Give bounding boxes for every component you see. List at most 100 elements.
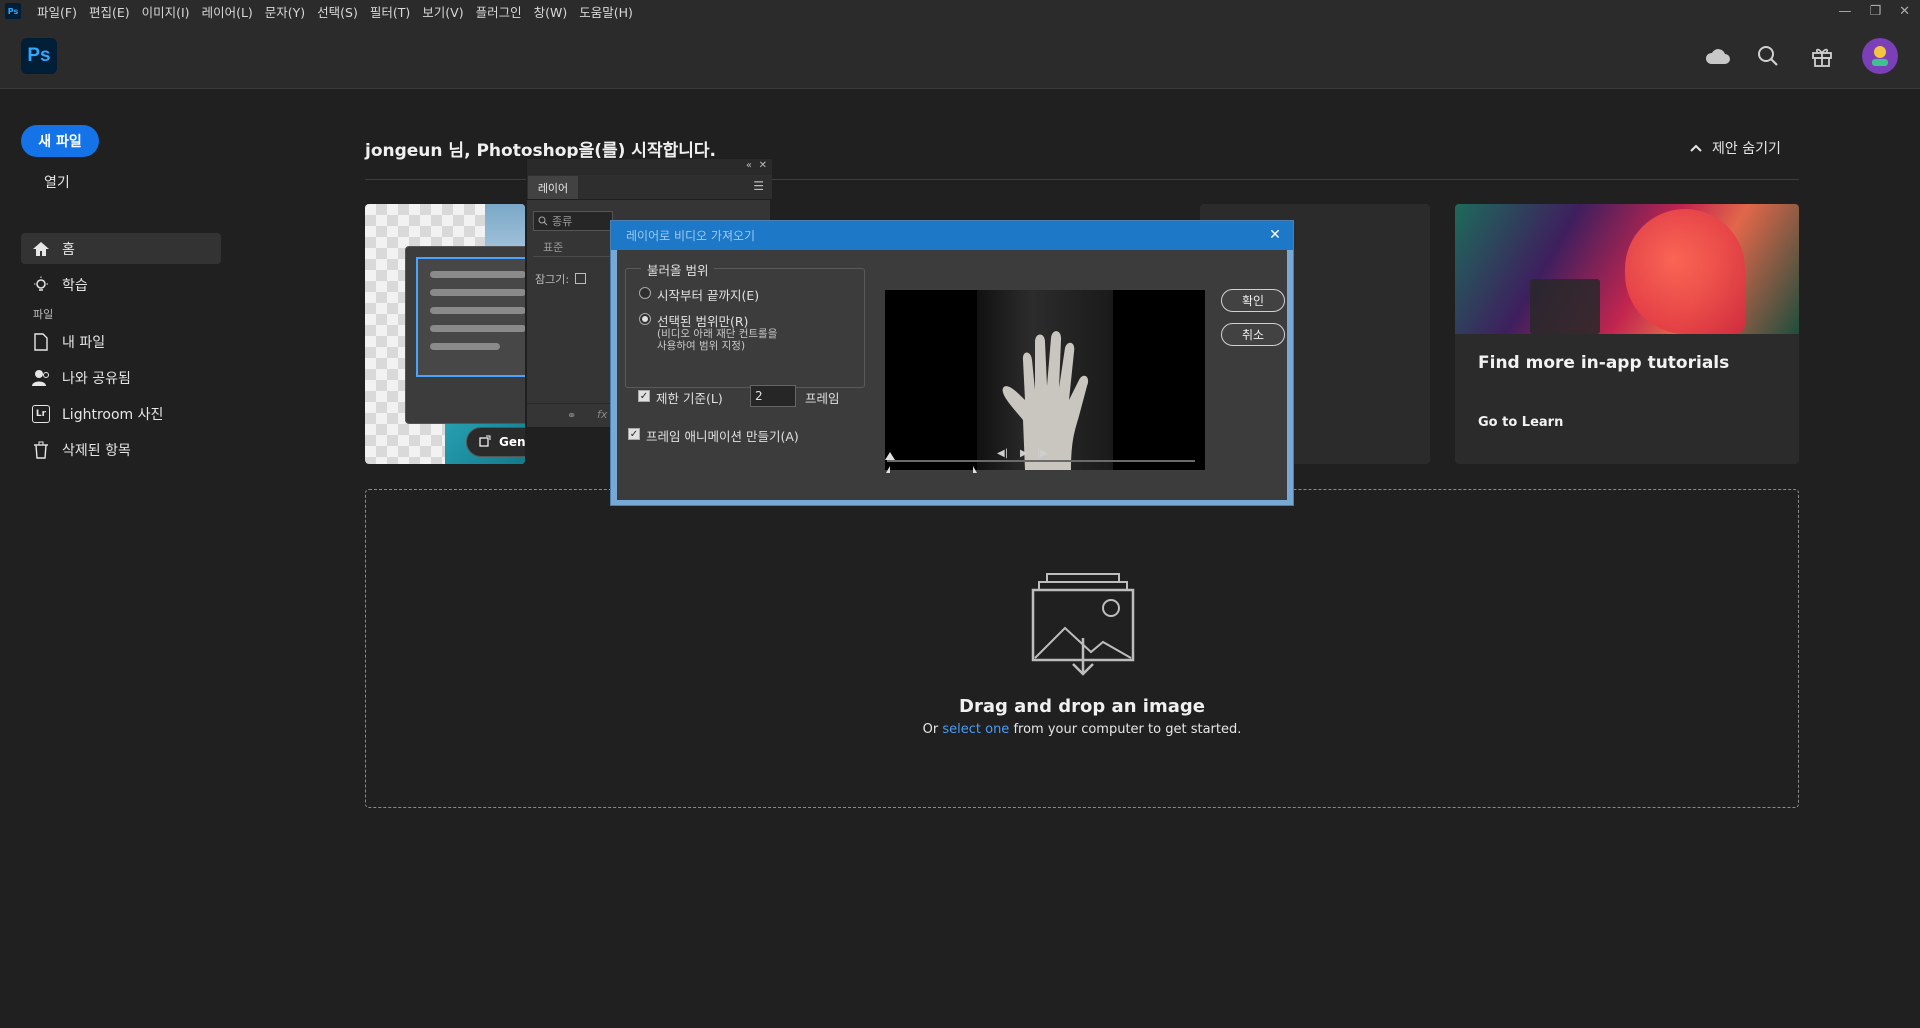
generate-button-label: Gene bbox=[499, 435, 525, 449]
range-selected-radio[interactable] bbox=[639, 313, 651, 325]
file-icon bbox=[31, 332, 51, 352]
close-panel-icon[interactable]: ✕ bbox=[759, 160, 767, 171]
menu-select[interactable]: 선택(S) bbox=[311, 2, 364, 21]
trash-icon bbox=[31, 440, 51, 460]
range-all-label[interactable]: 시작부터 끝까지(E) bbox=[657, 285, 759, 304]
play-icon[interactable]: ▶ bbox=[1020, 448, 1028, 459]
limit-checkbox[interactable]: ✓ bbox=[638, 390, 650, 402]
sidebar-item-shared[interactable]: 나와 공유됨 bbox=[21, 362, 221, 393]
menu-layer[interactable]: 레이어(L) bbox=[196, 2, 259, 21]
new-file-button[interactable]: 새 파일 bbox=[21, 125, 99, 157]
menu-file[interactable]: 파일(F) bbox=[31, 2, 83, 21]
image-upload-icon bbox=[1031, 572, 1135, 676]
sidebar-item-home[interactable]: 홈 bbox=[21, 233, 221, 264]
sidebar-item-label: 내 파일 bbox=[62, 334, 106, 351]
sidebar-item-label: 삭제된 항목 bbox=[62, 442, 131, 459]
generate-button: Gene bbox=[466, 427, 525, 457]
link-layers-icon[interactable]: ⚭ bbox=[567, 409, 576, 422]
blend-mode-select[interactable]: 표준 bbox=[533, 239, 613, 257]
sidebar-item-label: 학습 bbox=[62, 277, 88, 294]
glove-hand-image bbox=[1002, 331, 1089, 470]
make-animation-checkbox[interactable]: ✓ bbox=[628, 428, 640, 440]
go-to-learn-link[interactable]: Go to Learn bbox=[1478, 415, 1563, 430]
trim-end-handle[interactable] bbox=[973, 466, 977, 473]
range-all-radio[interactable] bbox=[639, 287, 651, 299]
menu-help[interactable]: 도움말(H) bbox=[573, 2, 639, 21]
collapse-icon[interactable]: « bbox=[746, 160, 752, 171]
sidebar-item-lightroom[interactable]: Lr Lightroom 사진 bbox=[21, 398, 221, 429]
photoshop-app-icon: Ps bbox=[5, 3, 21, 19]
avatar[interactable] bbox=[1862, 38, 1898, 74]
trim-start-handle[interactable] bbox=[886, 466, 890, 473]
sidebar-item-learn[interactable]: 학습 bbox=[21, 269, 221, 300]
layer-filter-placeholder: 종류 bbox=[552, 215, 573, 228]
step-back-icon[interactable]: ◀| bbox=[997, 448, 1008, 459]
make-animation-label: 프레임 애니메이션 만들기(A) bbox=[646, 429, 799, 444]
step-forward-icon[interactable]: |▶ bbox=[1037, 448, 1048, 459]
drop-sub-text: Or bbox=[922, 722, 939, 737]
fx-icon[interactable]: fx bbox=[597, 408, 607, 421]
ok-button[interactable]: 확인 bbox=[1221, 289, 1285, 312]
suggestion-card-generative[interactable]: Gene bbox=[365, 204, 525, 464]
gift-icon[interactable] bbox=[1808, 42, 1836, 70]
trim-slider-track[interactable] bbox=[887, 460, 1195, 462]
sidebar-item-label: Lightroom 사진 bbox=[62, 406, 164, 423]
range-selected-hint: (비디오 아래 재단 컨트롤을 bbox=[657, 328, 778, 340]
drop-sub-text: from your computer to get started. bbox=[1013, 722, 1242, 737]
lock-row: 잠그기: bbox=[535, 271, 587, 287]
minimize-icon[interactable]: — bbox=[1838, 4, 1851, 19]
layer-filter-search[interactable]: 종류 bbox=[533, 211, 613, 231]
lock-transparent-icon[interactable] bbox=[575, 273, 587, 284]
sidebar-item-my-files[interactable]: 내 파일 bbox=[21, 326, 221, 357]
lightbulb-icon bbox=[31, 275, 51, 295]
chevron-up-icon bbox=[1690, 140, 1702, 156]
frames-unit: 프레임 bbox=[805, 391, 840, 406]
menu-bar: Ps 파일(F) 편집(E) 이미지(I) 레이어(L) 문자(Y) 선택(S)… bbox=[0, 0, 1920, 22]
card-mock-panel: Gene bbox=[405, 246, 525, 457]
tab-layers[interactable]: 레이어 bbox=[528, 176, 578, 199]
dialog-titlebar[interactable]: 레이어로 비디오 가져오기 bbox=[611, 221, 1293, 250]
card-title: Find more in-app tutorials bbox=[1478, 353, 1730, 373]
search-icon[interactable] bbox=[1754, 42, 1782, 70]
hide-suggestions-label: 제안 숨기기 bbox=[1712, 141, 1781, 157]
menu-plugins[interactable]: 플러그인 bbox=[470, 2, 528, 21]
dialog-title: 레이어로 비디오 가져오기 bbox=[626, 229, 756, 243]
frame-limit-input[interactable]: 2 bbox=[750, 385, 796, 407]
range-selected-hint: 사용하여 범위 지정) bbox=[657, 340, 746, 352]
menu-window[interactable]: 창(W) bbox=[528, 2, 574, 21]
range-group-title: 불러올 범위 bbox=[641, 260, 715, 279]
close-icon[interactable]: ✕ bbox=[1265, 225, 1285, 245]
select-file-link[interactable]: select one bbox=[942, 722, 1009, 737]
close-window-icon[interactable]: ✕ bbox=[1899, 4, 1910, 19]
panel-menu-icon[interactable]: ☰ bbox=[753, 179, 764, 193]
menu-type[interactable]: 문자(Y) bbox=[259, 2, 311, 21]
lightroom-icon: Lr bbox=[31, 404, 51, 424]
open-button[interactable]: 열기 bbox=[44, 172, 70, 192]
home-icon bbox=[31, 239, 51, 259]
menu-filter[interactable]: 필터(T) bbox=[364, 2, 416, 21]
cloud-icon[interactable] bbox=[1704, 42, 1732, 70]
sidebar-item-deleted[interactable]: 삭제된 항목 bbox=[21, 434, 221, 465]
drop-zone-subtitle: Or select one from your computer to get … bbox=[366, 722, 1798, 737]
cancel-button[interactable]: 취소 bbox=[1221, 323, 1285, 346]
shared-user-icon bbox=[31, 368, 51, 388]
menu-edit[interactable]: 편집(E) bbox=[83, 2, 136, 21]
hide-suggestions-button[interactable]: 제안 숨기기 bbox=[1690, 138, 1781, 158]
dialog-body: 불러올 범위 시작부터 끝까지(E) 선택된 범위만(R) (비디오 아래 재단… bbox=[617, 250, 1287, 500]
generate-icon bbox=[479, 435, 491, 450]
lock-label: 잠그기: bbox=[535, 273, 570, 286]
limit-label: 제한 기준(L) bbox=[656, 391, 723, 406]
search-icon bbox=[538, 216, 548, 226]
playhead-handle[interactable] bbox=[885, 452, 895, 460]
tutorial-artwork-image bbox=[1455, 204, 1799, 334]
sidebar-section-files: 파일 bbox=[33, 308, 54, 321]
image-drop-zone[interactable]: Drag and drop an image Or select one fro… bbox=[365, 489, 1799, 808]
drop-zone-title: Drag and drop an image bbox=[959, 696, 1205, 717]
restore-icon[interactable]: ❐ bbox=[1869, 4, 1881, 19]
photoshop-logo[interactable]: Ps bbox=[21, 38, 57, 74]
suggestion-card-tutorials[interactable]: Find more in-app tutorials Go to Learn bbox=[1455, 204, 1799, 464]
panel-header[interactable]: « ✕ bbox=[527, 159, 772, 175]
menu-image[interactable]: 이미지(I) bbox=[136, 2, 196, 21]
video-preview bbox=[885, 290, 1205, 470]
menu-view[interactable]: 보기(V) bbox=[416, 2, 469, 21]
